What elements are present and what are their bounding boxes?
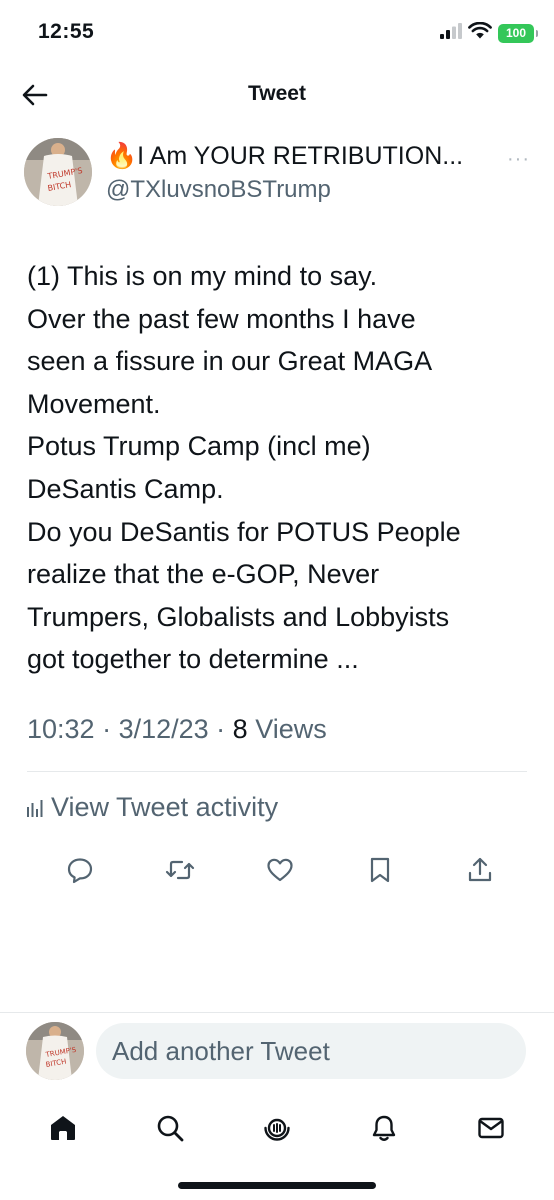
activity-label: View Tweet activity — [51, 792, 279, 822]
view-tweet-activity-link[interactable]: View Tweet activity — [27, 792, 278, 823]
reply-input[interactable]: Add another Tweet — [96, 1023, 526, 1079]
more-options-button[interactable]: ··· — [507, 148, 530, 171]
tweet-actions — [60, 850, 500, 890]
like-button[interactable] — [260, 850, 300, 890]
status-time: 12:55 — [38, 20, 95, 43]
reply-icon — [67, 858, 93, 884]
tab-search[interactable] — [145, 1103, 195, 1153]
tab-spaces[interactable] — [252, 1103, 302, 1153]
home-icon — [51, 1116, 76, 1140]
top-bar: Tweet — [0, 70, 554, 120]
tweet-text-line: (1) This is on my mind to say. — [27, 261, 378, 291]
reply-button[interactable] — [60, 850, 100, 890]
tweet-time: 10:32 — [27, 714, 95, 744]
tweet-date: 3/12/23 — [118, 714, 209, 744]
retweet-icon — [165, 860, 195, 880]
bookmark-button[interactable] — [360, 850, 400, 890]
tweet-text-line: Movement. — [27, 388, 161, 419]
views-label: Views — [247, 714, 327, 744]
author-name[interactable]: 🔥I Am YOUR RETRIBUTION... — [106, 142, 463, 171]
reply-bar: TRUMP'S BITCH Add another Tweet — [0, 1012, 554, 1092]
tweet-text-line: Do you DeSantis for POTUS People — [27, 516, 461, 547]
tweet-meta: 10:32 · 3/12/23 · 8 Views — [27, 714, 327, 745]
tweet-text: (1) This is on my mind to say. Over the p… — [27, 255, 532, 681]
signal-icon — [440, 22, 462, 44]
tweet-text-line: seen a fissure in our Great MAGA — [27, 346, 433, 377]
tab-home[interactable] — [38, 1103, 88, 1153]
meta-separator: · — [208, 714, 233, 744]
wifi-icon — [468, 21, 492, 44]
avatar[interactable]: TRUMP'S BITCH — [24, 138, 92, 206]
meta-separator: · — [94, 714, 119, 744]
retweet-button[interactable] — [160, 850, 200, 890]
analytics-icon — [27, 799, 43, 817]
status-indicators: 100 — [440, 21, 538, 44]
messages-icon — [477, 1117, 504, 1139]
views-count: 8 — [232, 714, 248, 744]
status-bar: 12:55 100 — [0, 0, 554, 66]
tweet-text-line: Over the past few months I have — [27, 303, 416, 334]
tweet-author: TRUMP'S BITCH 🔥I Am YOUR RETRIBUTION... … — [24, 138, 530, 210]
search-icon — [157, 1115, 184, 1142]
like-icon — [267, 858, 293, 882]
tweet-text-line: got together to determine ... — [27, 644, 359, 675]
bookmark-icon — [370, 857, 390, 883]
notifications-icon — [372, 1115, 395, 1141]
avatar[interactable]: TRUMP'S BITCH — [26, 1022, 84, 1080]
author-handle[interactable]: @TXluvsnoBSTrump — [106, 176, 331, 204]
tweet-text-line: Potus Trump Camp (incl me) — [27, 431, 371, 462]
tab-messages[interactable] — [466, 1103, 516, 1153]
divider — [27, 771, 527, 772]
share-icon — [468, 857, 492, 882]
tab-notifications[interactable] — [359, 1103, 409, 1153]
page-title: Tweet — [248, 82, 306, 105]
bottom-tab-bar — [0, 1098, 554, 1158]
tweet-text-line: realize that the e-GOP, Never — [27, 559, 380, 590]
share-button[interactable] — [460, 850, 500, 890]
tweet-text-line: Trumpers, Globalists and Lobbyists — [27, 601, 450, 632]
spaces-icon — [264, 1118, 290, 1141]
home-indicator — [178, 1182, 376, 1189]
battery-icon: 100 — [498, 23, 538, 43]
tweet-text-line: DeSantis Camp. — [27, 473, 224, 504]
